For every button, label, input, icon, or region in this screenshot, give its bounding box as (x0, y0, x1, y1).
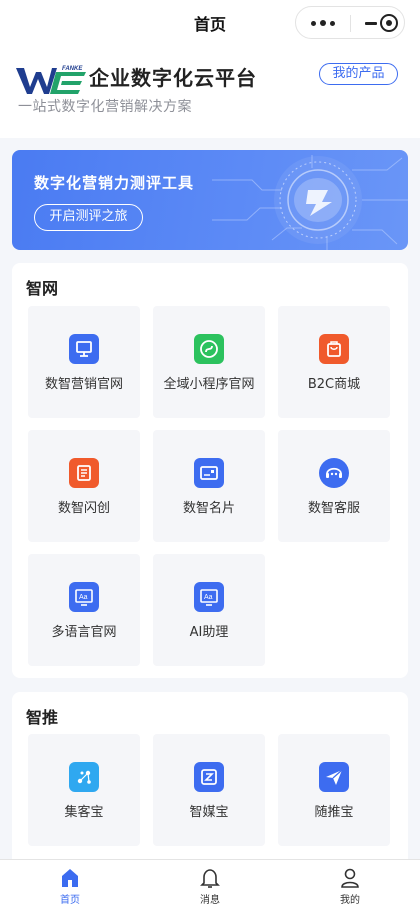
product-label: AI助理 (189, 625, 229, 640)
my-products-button[interactable]: 我的产品 (319, 63, 398, 85)
product-card-business-card[interactable]: 数智名片 (153, 430, 265, 542)
bell-icon (200, 869, 220, 888)
brand-header: FANKE 企业数字化云平台 一站式数字化营销解决方案 我的产品 (0, 46, 420, 138)
user-icon (341, 868, 359, 888)
product-label: 多语言官网 (51, 625, 117, 640)
product-label: 集客宝 (64, 805, 104, 820)
tab-profile[interactable]: 我的 (280, 860, 420, 909)
language-icon: Aa (69, 582, 99, 612)
banner-tech-illustration (212, 155, 408, 250)
id-card-icon (194, 458, 224, 488)
product-card-multilingual-site[interactable]: Aa 多语言官网 (28, 554, 140, 666)
product-label: 全域小程序官网 (163, 377, 255, 392)
banner-title: 数字化营销力测评工具 (34, 174, 195, 192)
assessment-banner[interactable]: 数字化营销力测评工具 开启测评之旅 (12, 150, 408, 250)
close-target-icon[interactable] (380, 14, 398, 32)
logo-text: FANKE (62, 66, 83, 72)
top-nav-bar: 首页 (0, 0, 420, 46)
more-options-icon[interactable] (306, 13, 340, 33)
product-card-flash-create[interactable]: 数智闪创 (28, 430, 140, 542)
brand-slogan: 一站式数字化营销解决方案 (18, 99, 192, 115)
product-card-mini-program[interactable]: 全域小程序官网 (153, 306, 265, 418)
share-nodes-icon (69, 762, 99, 792)
chat-bot-icon (319, 458, 349, 488)
media-z-icon (194, 762, 224, 792)
ai-assistant-icon: Aa (194, 582, 224, 612)
product-card-ai-assistant[interactable]: Aa AI助理 (153, 554, 265, 666)
product-label: 随推宝 (314, 805, 354, 820)
document-icon (69, 458, 99, 488)
mini-program-icon (194, 334, 224, 364)
section-smart-web: 智网 数智营销官网 全域小程序官网 B2C商城 数智闪创 数智名片 数智客服 A… (12, 263, 408, 678)
home-icon (62, 869, 78, 887)
svg-text:Aa: Aa (79, 594, 88, 601)
minimize-icon[interactable] (365, 22, 377, 25)
product-label: 数智营销官网 (44, 377, 123, 392)
capsule-divider (350, 15, 351, 32)
product-card-smart-media[interactable]: 智媒宝 (153, 734, 265, 846)
mini-program-capsule (295, 6, 405, 39)
section-smart-push: 智推 集客宝 智媒宝 随推宝 (12, 692, 408, 872)
brand-name: 企业数字化云平台 (89, 66, 257, 90)
brand-logo: FANKE (16, 66, 86, 94)
tab-label: 首页 (60, 895, 80, 906)
bottom-tab-bar: 首页 消息 我的 (0, 859, 420, 909)
tab-label: 我的 (340, 895, 360, 906)
product-label: B2C商城 (307, 377, 361, 392)
product-label: 数智客服 (307, 501, 360, 516)
paper-plane-icon (319, 762, 349, 792)
product-card-b2c-mall[interactable]: B2C商城 (278, 306, 390, 418)
product-card-marketing-site[interactable]: 数智营销官网 (28, 306, 140, 418)
shopping-bag-icon (319, 334, 349, 364)
tab-messages[interactable]: 消息 (140, 860, 280, 909)
product-card-lead-gen[interactable]: 集客宝 (28, 734, 140, 846)
section-title: 智推 (26, 708, 59, 727)
product-label: 智媒宝 (189, 805, 229, 820)
product-card-push[interactable]: 随推宝 (278, 734, 390, 846)
tab-label: 消息 (200, 895, 220, 906)
start-assessment-button[interactable]: 开启测评之旅 (34, 204, 143, 231)
product-card-customer-service[interactable]: 数智客服 (278, 430, 390, 542)
product-label: 数智闪创 (57, 501, 110, 516)
section-title: 智网 (26, 279, 59, 298)
svg-text:Aa: Aa (204, 594, 213, 601)
monitor-icon (69, 334, 99, 364)
tab-home[interactable]: 首页 (0, 860, 140, 909)
product-label: 数智名片 (182, 501, 235, 516)
